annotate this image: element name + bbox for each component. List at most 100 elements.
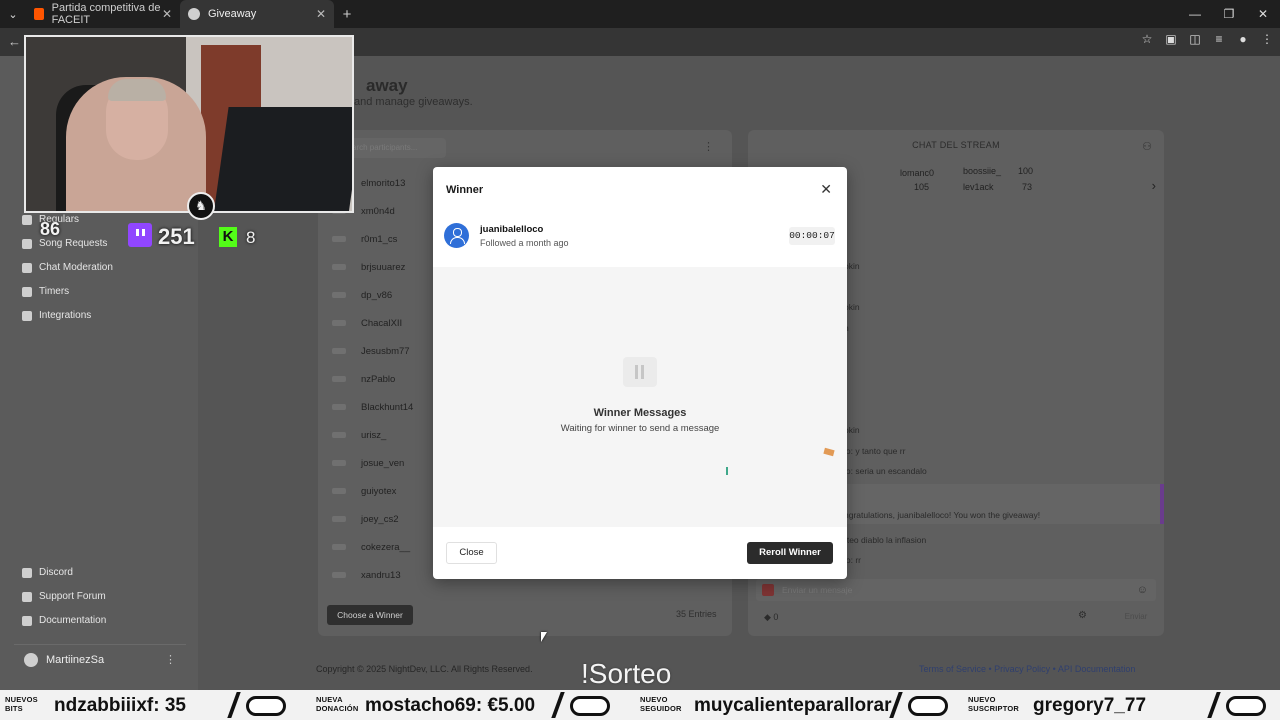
ticker-separator-icon — [227, 692, 292, 718]
top-user-value: 100 — [1018, 166, 1034, 176]
confetti-piece — [726, 467, 728, 475]
nightbot-favicon-icon — [188, 8, 200, 20]
ticker-label-line: NUEVA — [316, 695, 343, 704]
ticker-label-line: SEGUIDOR — [640, 704, 682, 713]
back-arrow-icon[interactable]: ← — [8, 34, 21, 49]
chat-title: CHAT DEL STREAM — [912, 140, 1000, 150]
menu-kebab-icon[interactable]: ⋮ — [1260, 32, 1274, 46]
entry-name: elmorito13 — [361, 177, 406, 189]
top-user-value: 105 — [914, 182, 930, 192]
new-tab-icon[interactable]: + — [334, 6, 360, 23]
media-icon[interactable]: ≡ — [1212, 32, 1226, 46]
tab-title: Partida competitiva de FACEIT — [51, 2, 161, 26]
sidebar-item-label: Support Forum — [39, 591, 106, 602]
ticker-label-line: NUEVOS — [5, 695, 38, 704]
top-user-name: lomanc0 — [900, 168, 935, 178]
tab-close-icon[interactable]: ✕ — [162, 7, 172, 21]
ticker-label: NUEVO SUSCRIPTOR — [968, 695, 1019, 713]
platform-icon — [332, 348, 346, 354]
winner-modal: Winner ✕ juanibalelloco Followed a month… — [433, 167, 847, 579]
cam-monitor — [213, 107, 352, 211]
window-close-icon[interactable]: ✕ — [1246, 0, 1280, 28]
chat-message: io: y tanto que rr — [844, 446, 906, 456]
entries-count: 35 Entries — [676, 609, 717, 619]
bookmark-star-icon[interactable]: ☆ — [1140, 32, 1154, 46]
sidebar-item-song-requests[interactable]: Song Requests — [22, 238, 107, 249]
entry-name: guiyotex — [361, 485, 397, 497]
twitch-logo-icon — [128, 223, 152, 247]
choose-winner-button[interactable]: Choose a Winner — [327, 605, 413, 625]
entry-name: dp_v86 — [361, 289, 393, 301]
overlay-stat: 86 — [40, 219, 61, 239]
restore-icon[interactable]: ❐ — [1212, 0, 1246, 28]
send-button[interactable]: Enviar — [1116, 608, 1156, 626]
ticker-text: muycalienteparallorar — [694, 695, 892, 716]
ticker-text: gregory7_77 — [1033, 695, 1147, 716]
page-subtitle: and manage giveaways. — [354, 96, 473, 108]
confetti-piece — [823, 447, 835, 457]
extension-icon[interactable]: ▣ — [1164, 32, 1178, 46]
chat-users-icon[interactable]: ⚇ — [1142, 140, 1152, 153]
ticker-label-line: BITS — [5, 704, 23, 713]
close-icon[interactable]: ✕ — [820, 181, 832, 198]
winner-name[interactable]: juanibalelloco — [480, 224, 543, 235]
entries-menu-icon[interactable]: ⋮ — [703, 140, 714, 153]
user-icon — [444, 223, 469, 248]
sidebar-item-chat-moderation[interactable]: Chat Moderation — [22, 262, 113, 273]
sidebar-item-support-forum[interactable]: Support Forum — [22, 591, 106, 602]
entry-name: Jesusbm77 — [361, 345, 410, 357]
top-user-value: 73 — [1022, 182, 1033, 192]
window-controls: — ❐ ✕ — [1178, 0, 1280, 28]
settings-gear-icon[interactable]: ⚙ — [1078, 610, 1087, 621]
footer-links[interactable]: Terms of Service • Privacy Policy • API … — [919, 664, 1135, 674]
close-button[interactable]: Close — [446, 542, 497, 564]
twitch-viewer-count: 251 — [158, 224, 195, 249]
user-menu-icon[interactable]: ⋮ — [165, 653, 176, 666]
minimize-icon[interactable]: — — [1178, 0, 1212, 28]
channel-points: ◆ 0 — [764, 612, 779, 622]
sidebar-user[interactable]: MartiinezSa ⋮ — [14, 644, 186, 674]
platform-icon — [332, 376, 346, 382]
entry-name: r0m1_cs — [361, 233, 398, 245]
ticker-label: NUEVOS BITS — [5, 695, 38, 713]
entry-name: josue_ven — [361, 457, 405, 469]
sidebar-item-discord[interactable]: Discord — [22, 567, 73, 578]
reroll-winner-button[interactable]: Reroll Winner — [747, 542, 833, 564]
shield-icon — [22, 262, 32, 273]
search-participants-input[interactable]: arch participants... — [346, 138, 446, 158]
tab-giveaway[interactable]: Giveaway ✕ — [180, 0, 334, 28]
tab-search-chevron-icon[interactable]: ⌄ — [0, 0, 26, 28]
ticker-label-line: SUSCRIPTOR — [968, 704, 1020, 713]
emoji-icon[interactable]: ☺ — [1137, 579, 1148, 601]
sidebar-item-timers[interactable]: Timers — [22, 286, 69, 297]
platform-icon — [332, 544, 346, 550]
toolbar-icons: ☆ ▣ ◫ ≡ ● ⋮ — [1140, 32, 1274, 46]
entry-name: cokezera__ — [361, 541, 411, 553]
entry-name: Blackhunt14 — [361, 401, 414, 413]
tab-title: Giveaway — [208, 8, 257, 20]
ticker-label-line: NUEVO — [968, 695, 996, 704]
winner-messages-area: Winner Messages Waiting for winner to se… — [433, 267, 847, 527]
browser-tab-bar: ⌄ Partida competitiva de FACEIT ✕ Giveaw… — [0, 0, 1280, 28]
pause-icon — [623, 357, 657, 387]
entry-name: ChacalXII — [361, 317, 403, 329]
entry-name: xm0n4d — [361, 205, 395, 217]
tab-close-icon[interactable]: ✕ — [316, 7, 326, 21]
sidebar-item-integrations[interactable]: Integrations — [22, 310, 91, 321]
sidebar-item-label: Integrations — [39, 310, 92, 321]
profile-avatar-icon[interactable]: ● — [1236, 32, 1250, 46]
ticker-separator-icon — [1207, 692, 1272, 718]
sidebar-item-label: Chat Moderation — [39, 262, 113, 273]
streamer-logo-icon: ♞ — [187, 192, 215, 220]
tab-faceit[interactable]: Partida competitiva de FACEIT ✕ — [26, 0, 180, 28]
puzzle-icon[interactable]: ◫ — [1188, 32, 1202, 46]
sidebar-item-documentation[interactable]: Documentation — [22, 615, 106, 626]
chat-message: rteo diablo la inflasion — [844, 535, 927, 545]
mouse-cursor-icon — [541, 632, 547, 642]
sidebar-item-label: Documentation — [39, 615, 107, 626]
clock-icon — [22, 286, 32, 297]
chevron-right-icon[interactable]: › — [1152, 178, 1156, 193]
chat-message-input[interactable]: Enviar un mensaje ☺ — [756, 579, 1156, 601]
platform-icon — [332, 264, 346, 270]
platform-icon — [332, 488, 346, 494]
